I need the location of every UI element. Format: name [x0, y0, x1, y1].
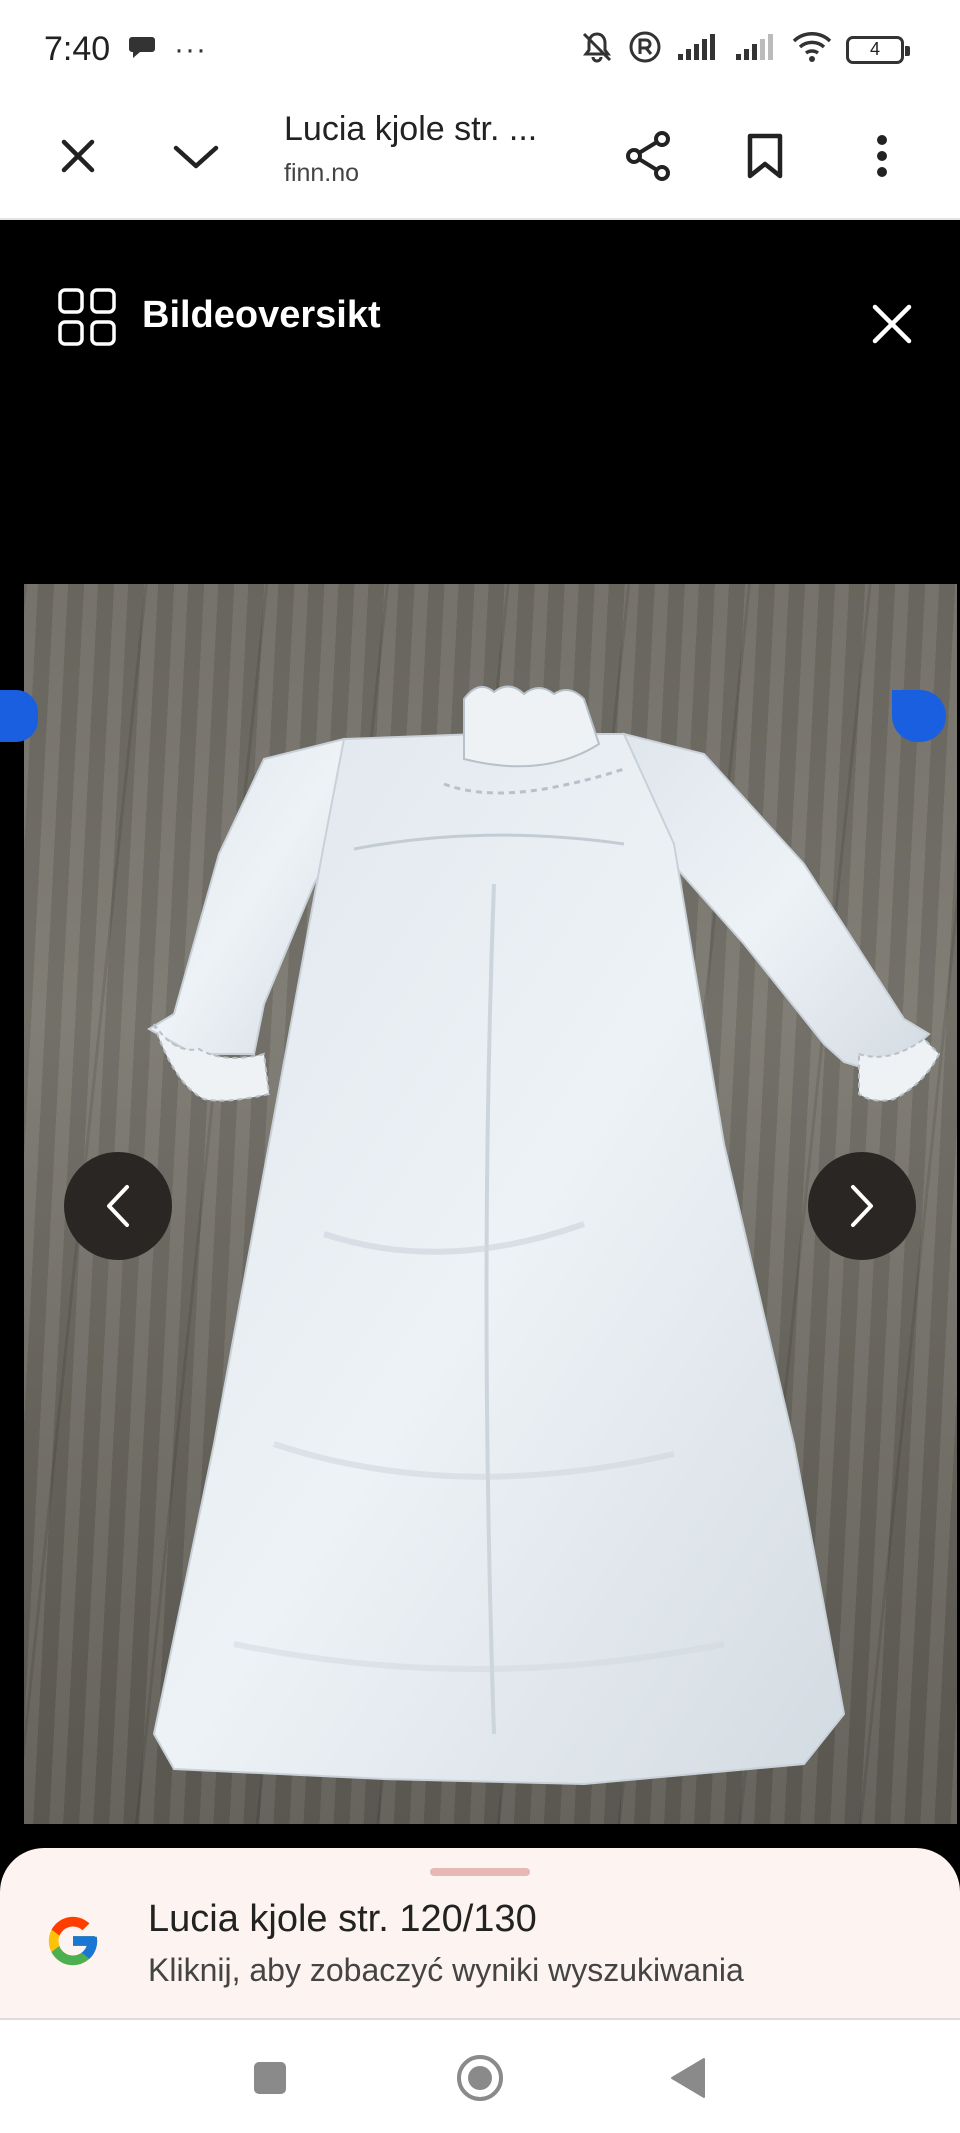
back-button[interactable] [652, 2042, 724, 2114]
side-marker-left [0, 690, 38, 742]
status-left-icons: ··· [128, 34, 207, 65]
image-viewer: Bildeoversikt [0, 222, 960, 1848]
more-options-button[interactable] [844, 118, 920, 194]
signal-2-icon [734, 32, 778, 67]
back-triangle-icon [671, 2058, 705, 2098]
side-marker-right [892, 690, 946, 742]
registered-icon [628, 30, 662, 69]
recents-button[interactable] [234, 2042, 306, 2114]
battery-level: 4 [869, 39, 880, 59]
chevron-left-icon [107, 1185, 129, 1227]
more-vert-icon [877, 135, 887, 177]
home-button[interactable] [444, 2042, 516, 2114]
previous-image-button[interactable] [64, 1152, 172, 1260]
more-notifications-icon: ··· [174, 32, 207, 66]
battery-icon: 4 [846, 35, 910, 64]
square-icon [254, 2062, 286, 2094]
bookmark-icon [747, 133, 783, 179]
bookmark-button[interactable] [727, 118, 803, 194]
google-logo-icon [44, 1912, 102, 1975]
chevron-down-icon [173, 145, 219, 169]
page-title-area[interactable]: Lucia kjole str. ... finn.no [284, 110, 584, 188]
page-domain: finn.no [284, 159, 360, 187]
image-overview-button[interactable] [58, 288, 116, 351]
minimize-tab-button[interactable] [158, 118, 234, 194]
chat-bubble-icon [128, 34, 156, 65]
status-time: 7:40 [44, 30, 111, 68]
home-circle-icon [457, 2055, 503, 2101]
wifi-icon [792, 31, 832, 68]
system-navigation-bar [0, 2018, 960, 2133]
viewer-close-button[interactable] [856, 288, 928, 360]
page-title: Lucia kjole str. ... [284, 110, 538, 148]
close-icon [872, 304, 912, 344]
mute-bell-icon [580, 30, 614, 69]
status-right-icons: 4 [580, 30, 910, 69]
chevron-right-icon [851, 1185, 873, 1227]
viewer-title[interactable]: Bildeoversikt [142, 294, 381, 337]
browser-toolbar: Lucia kjole str. ... finn.no [0, 96, 960, 220]
close-icon [61, 139, 95, 173]
share-button[interactable] [610, 118, 686, 194]
search-query-title: Lucia kjole str. 120/130 [148, 1898, 537, 1940]
grid-icon [58, 288, 116, 346]
signal-1-icon [676, 32, 720, 67]
viewer-header: Bildeoversikt [0, 222, 960, 412]
search-results-hint: Kliknij, aby zobaczyć wyniki wyszukiwani… [148, 1952, 744, 1988]
close-tab-button[interactable] [40, 118, 116, 194]
share-icon [626, 131, 670, 181]
google-search-sheet[interactable]: Lucia kjole str. 120/130 Kliknij, aby zo… [0, 1848, 960, 2018]
sheet-drag-handle[interactable] [430, 1868, 530, 1876]
next-image-button[interactable] [808, 1152, 916, 1260]
status-bar: 7:40 ··· 4 [0, 0, 960, 96]
